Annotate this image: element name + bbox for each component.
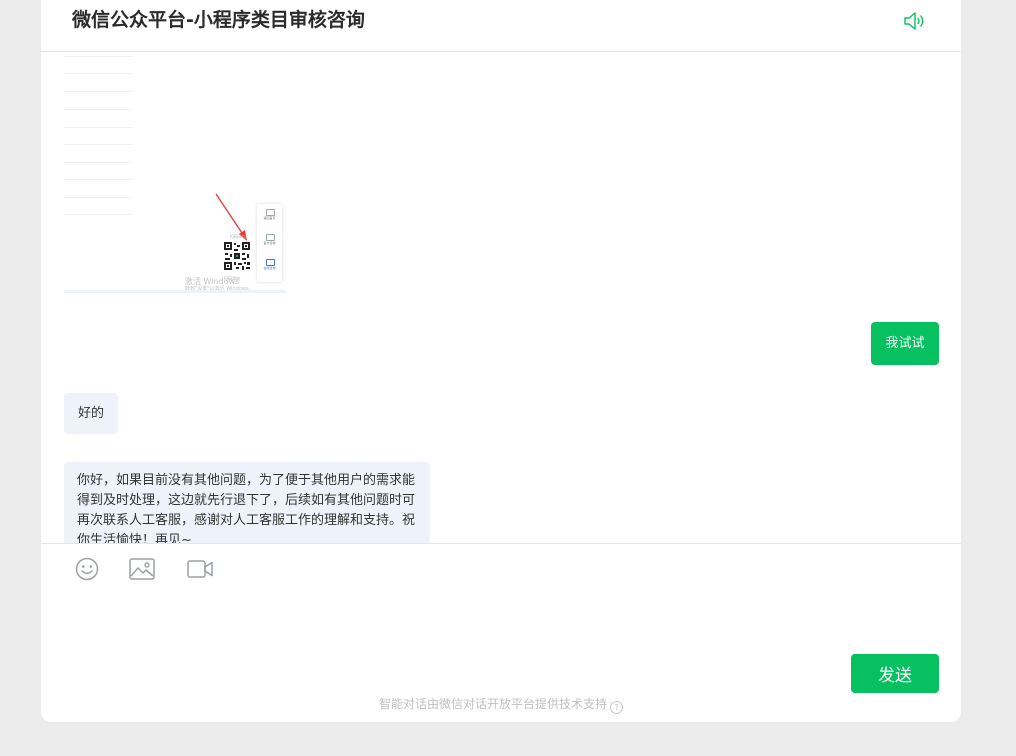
screenshot-row-line — [64, 144, 132, 145]
video-icon[interactable] — [186, 556, 214, 582]
screenshot-row-line — [64, 179, 132, 180]
powered-by-text: 智能对话由微信对话开放平台提供技术支持 — [378, 697, 607, 711]
screenshot-taskbar — [64, 290, 286, 293]
float-menu-item: 官方咨询 — [263, 241, 276, 245]
float-menu-item: 返回首页 — [263, 216, 276, 220]
home-icon — [266, 209, 275, 216]
screenshot-row-line — [64, 197, 132, 198]
screenshot-row-line — [64, 73, 132, 74]
qr-code-icon — [223, 241, 251, 271]
powered-by-note: 智能对话由微信对话开放平台提供技术支持? — [41, 695, 961, 714]
edit-icon — [266, 234, 275, 241]
message-list[interactable]: 扫码添加 扫码添加 返回首页 官方咨询 在线咨询 激活 Windows 转到"设… — [41, 52, 961, 543]
screenshot-row-line — [64, 127, 132, 128]
agent-message: 你好，如果目前没有其他问题，为了便于其他用户的需求能得到及时处理，这边就先行退下… — [64, 462, 430, 543]
speaker-icon[interactable] — [903, 11, 927, 31]
chat-icon — [266, 259, 275, 266]
screenshot-row-line — [64, 91, 132, 92]
qr-caption: 扫码添加 — [230, 234, 246, 239]
screenshot-row-line — [64, 56, 132, 57]
composer: 发送 智能对话由微信对话开放平台提供技术支持? — [41, 543, 961, 722]
screenshot-row-line — [64, 109, 132, 110]
screenshot-row-line — [64, 214, 132, 215]
chat-header: 微信公众平台-小程序类目审核咨询 — [41, 0, 961, 52]
help-icon[interactable]: ? — [610, 701, 623, 714]
user-message: 我试试 — [871, 322, 939, 365]
screenshot-float-menu: 返回首页 官方咨询 在线咨询 — [257, 204, 282, 282]
chat-panel: 微信公众平台-小程序类目审核咨询 扫码添加 扫码添加 返回首页 官方咨询 在线咨… — [41, 0, 961, 722]
float-menu-item: 在线咨询 — [263, 266, 276, 270]
emoji-icon[interactable] — [74, 556, 100, 582]
send-button[interactable]: 发送 — [851, 654, 939, 693]
page-title: 微信公众平台-小程序类目审核咨询 — [72, 9, 365, 31]
agent-message: 好的 — [64, 393, 118, 434]
screenshot-image[interactable]: 扫码添加 扫码添加 返回首页 官方咨询 在线咨询 激活 Windows 转到"设… — [64, 52, 286, 294]
screenshot-row-line — [64, 162, 132, 163]
image-icon[interactable] — [128, 556, 156, 582]
